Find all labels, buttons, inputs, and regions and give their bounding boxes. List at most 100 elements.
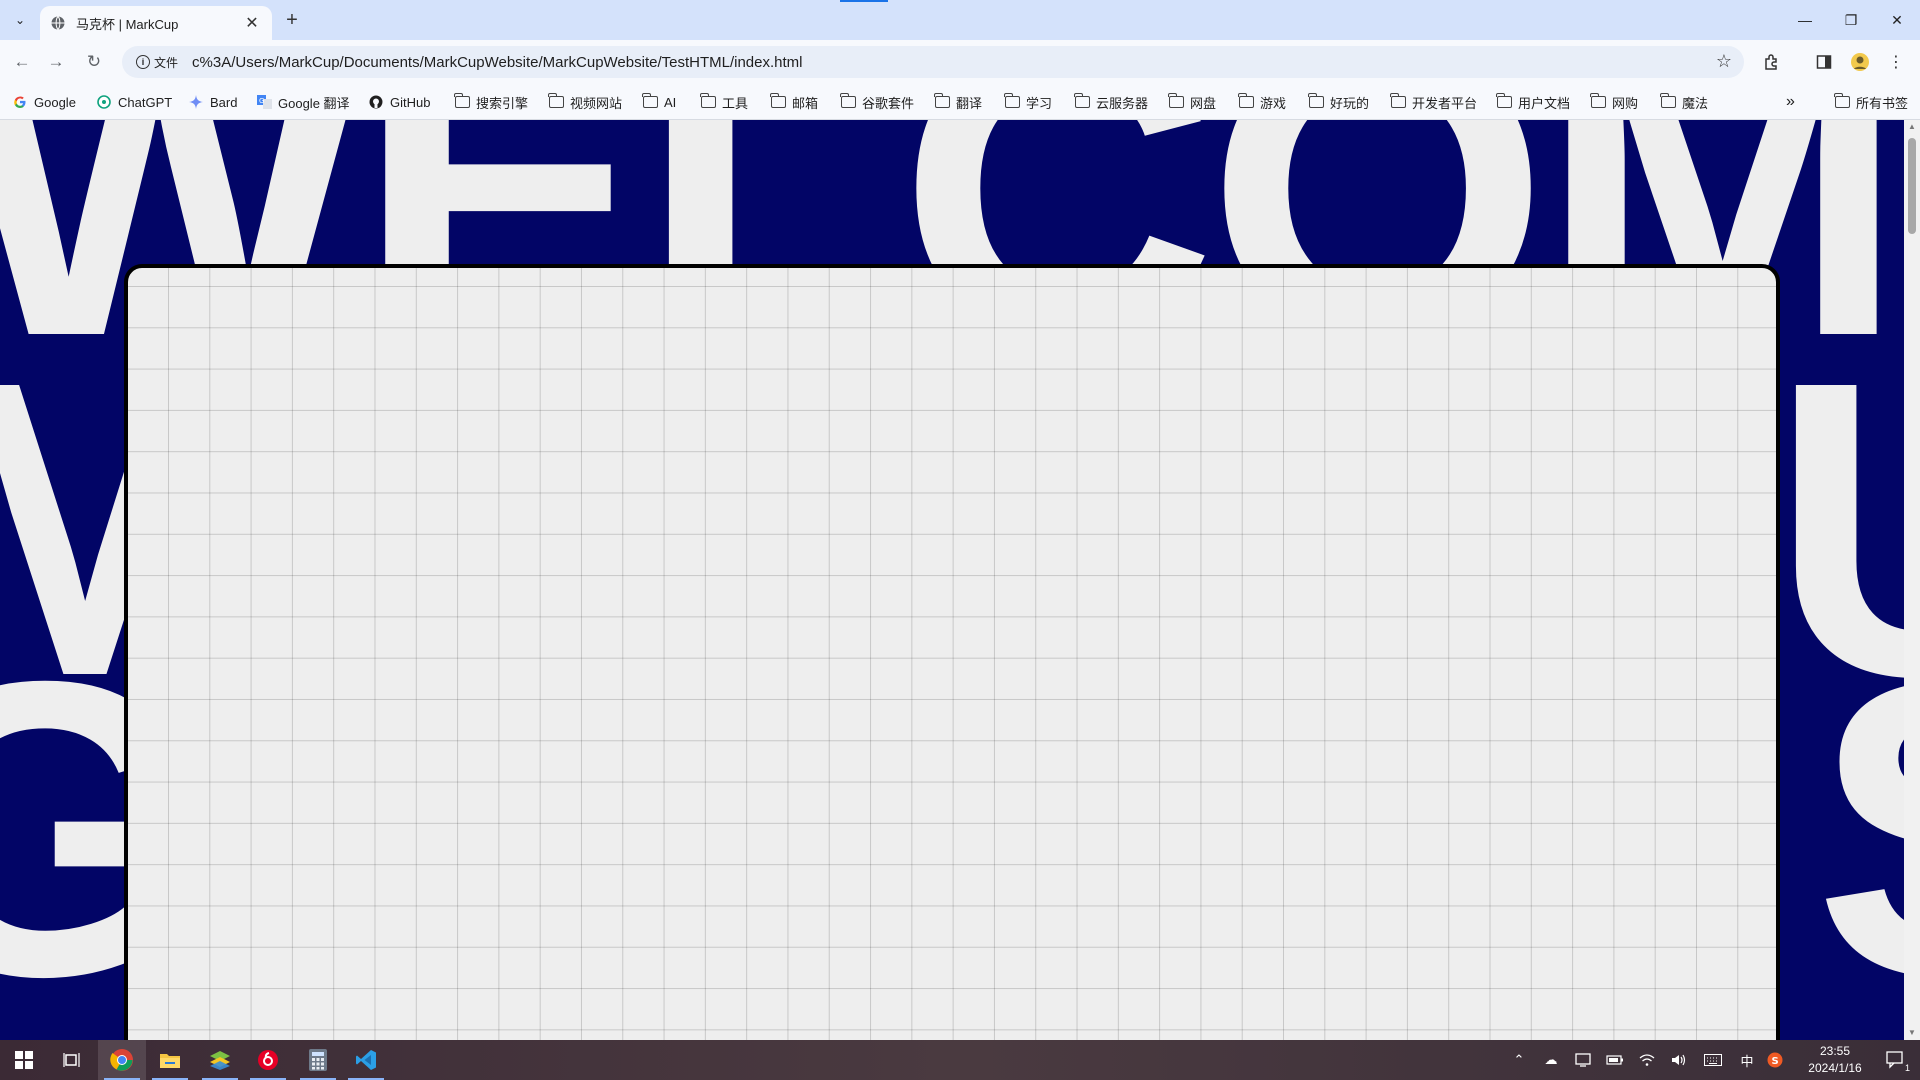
windows-start-icon[interactable] [0, 1040, 48, 1080]
bookmark-folder[interactable]: 邮箱 [769, 93, 818, 111]
device-manager-icon[interactable] [1574, 1051, 1592, 1069]
bookmark-chatgpt[interactable]: ChatGPT [96, 93, 172, 111]
bookmark-label: 用户文档 [1518, 95, 1571, 111]
sogou-input-icon[interactable]: S [1766, 1051, 1784, 1069]
bookmark-folder[interactable]: 搜索引擎 [453, 93, 528, 111]
bookmark-folder[interactable]: 学习 [1003, 93, 1053, 111]
bookmark-folder[interactable]: 用户文档 [1495, 93, 1571, 111]
bookmark-label: Google [34, 94, 76, 110]
bookmark-folder[interactable]: 翻译 [933, 93, 982, 111]
active-tab[interactable]: 马克杯 | MarkCup ✕ [40, 6, 272, 40]
task-view-icon[interactable] [48, 1040, 96, 1080]
bookmark-folder[interactable]: 工具 [699, 93, 749, 111]
bookmark-folder[interactable]: 云服务器 [1073, 93, 1148, 111]
github-icon [368, 95, 384, 109]
all-bookmarks-folder[interactable]: 所有书签 [1833, 93, 1909, 111]
scrollbar-thumb[interactable] [1908, 138, 1916, 234]
page-scrollbar[interactable]: ▲ ▼ [1904, 120, 1920, 1040]
bookmark-folder[interactable]: 魔法 [1659, 93, 1709, 111]
restore-button[interactable]: ❐ [1828, 0, 1874, 40]
notification-center-icon[interactable]: 1 [1884, 1051, 1910, 1073]
folder-icon [1307, 93, 1324, 109]
bookmark-folder[interactable]: 游戏 [1237, 93, 1286, 111]
bookmark-folder[interactable]: 网购 [1589, 93, 1639, 111]
tab-loading-indicator [840, 0, 888, 2]
tab-close-icon[interactable]: ✕ [242, 13, 262, 33]
window-controls: — ❐ ✕ [1782, 0, 1920, 40]
calculator-icon[interactable] [294, 1040, 342, 1080]
keyboard-icon[interactable] [1704, 1051, 1722, 1069]
tab-strip: ⌄ 马克杯 | MarkCup ✕ + — ❐ ✕ [0, 0, 1920, 40]
svg-text:S: S [1772, 1056, 1779, 1067]
bookmark-folder[interactable]: 视频网站 [547, 93, 623, 111]
url-text[interactable]: c%3A/Users/MarkCup/Documents/MarkCupWebs… [192, 54, 802, 71]
chrome-icon[interactable] [98, 1040, 146, 1080]
bookmark-folder[interactable]: 谷歌套件 [839, 93, 915, 111]
new-tab-button[interactable]: + [280, 8, 304, 32]
bookmark-label: 视频网站 [570, 95, 623, 111]
address-bar[interactable]: i 文件 c%3A/Users/MarkCup/Documents/MarkCu… [122, 46, 1744, 78]
folder-icon [839, 93, 856, 109]
clock-time: 23:55 [1819, 1044, 1851, 1058]
input-method-indicator[interactable]: 中 [1738, 1051, 1756, 1069]
system-clock[interactable]: 23:55 2024/1/16 [1790, 1043, 1880, 1077]
show-hidden-icons-chevron-icon[interactable]: ⌃ [1510, 1051, 1528, 1069]
folder-icon [1167, 93, 1184, 109]
tab-title: 马克杯 | MarkCup [76, 16, 179, 32]
bookmark-label: ChatGPT [118, 94, 173, 110]
background-letter-right-row3: S [1814, 620, 1904, 1040]
windows-taskbar: ⌃ ☁ 中 S 23:55 2024/1/16 1 [0, 1040, 1920, 1080]
side-panel-icon[interactable] [1812, 50, 1836, 74]
battery-icon[interactable] [1606, 1051, 1624, 1069]
bookmark-label: 魔法 [1682, 95, 1709, 111]
folder-icon [1833, 93, 1850, 109]
bookmark-google-translate[interactable]: G Google 翻译 [256, 93, 350, 111]
extensions-puzzle-icon[interactable] [1760, 50, 1784, 74]
bookmark-folder[interactable]: 网盘 [1167, 93, 1217, 111]
back-arrow-icon[interactable]: ← [8, 48, 36, 76]
profile-avatar-icon[interactable] [1848, 50, 1872, 74]
bookmarks-overflow-chevron-icon[interactable]: » [1786, 93, 1795, 111]
folder-icon [1003, 93, 1020, 109]
scroll-up-arrow-icon[interactable]: ▲ [1904, 120, 1920, 134]
all-bookmarks-label: 所有书签 [1856, 95, 1909, 111]
vscode-icon[interactable] [342, 1040, 390, 1080]
reload-icon[interactable]: ↻ [80, 48, 108, 76]
bookmark-folder[interactable]: 好玩的 [1307, 93, 1370, 111]
bookmark-bard[interactable]: Bard [188, 93, 237, 111]
bookmark-folder[interactable]: AI [641, 93, 676, 111]
folder-icon [1237, 93, 1254, 109]
tab-search-chevron-icon[interactable]: ⌄ [6, 6, 34, 34]
site-info-button[interactable]: i 文件 [130, 52, 184, 73]
netease-music-icon[interactable] [244, 1040, 292, 1080]
scroll-down-arrow-icon[interactable]: ▼ [1904, 1026, 1920, 1040]
forward-arrow-icon[interactable]: → [42, 48, 70, 76]
minimize-button[interactable]: — [1782, 0, 1828, 40]
more-menu-icon[interactable]: ⋮ [1884, 50, 1908, 74]
folder-icon [1389, 93, 1406, 109]
bookmark-folder[interactable]: 开发者平台 [1389, 93, 1477, 111]
folder-icon [933, 93, 950, 109]
bookmark-label: 好玩的 [1330, 95, 1370, 111]
bookmark-label: 网盘 [1190, 95, 1217, 111]
bookmark-label: 学习 [1026, 95, 1053, 111]
wifi-icon[interactable] [1638, 1051, 1656, 1069]
bookmark-label: 网购 [1612, 95, 1639, 111]
bookmark-github[interactable]: GitHub [368, 93, 430, 111]
bard-icon [188, 95, 204, 109]
onedrive-cloud-icon[interactable]: ☁ [1542, 1051, 1560, 1069]
bookmark-star-icon[interactable]: ☆ [1716, 51, 1732, 72]
bluestacks-icon[interactable] [196, 1040, 244, 1080]
folder-icon [769, 93, 786, 109]
site-info-label: 文件 [154, 55, 179, 70]
folder-icon [1495, 93, 1512, 109]
bookmark-label: 工具 [722, 95, 749, 111]
globe-icon [51, 16, 65, 30]
file-explorer-icon[interactable] [146, 1040, 194, 1080]
bookmark-label: 谷歌套件 [862, 95, 915, 111]
bookmark-google[interactable]: Google [12, 93, 76, 111]
close-window-button[interactable]: ✕ [1874, 0, 1920, 40]
volume-icon[interactable] [1670, 1051, 1688, 1069]
browser-toolbar: ← → ↻ i 文件 c%3A/Users/MarkCup/Documents/… [0, 40, 1920, 84]
page-viewport: WELCOME M U G S [0, 120, 1904, 1040]
